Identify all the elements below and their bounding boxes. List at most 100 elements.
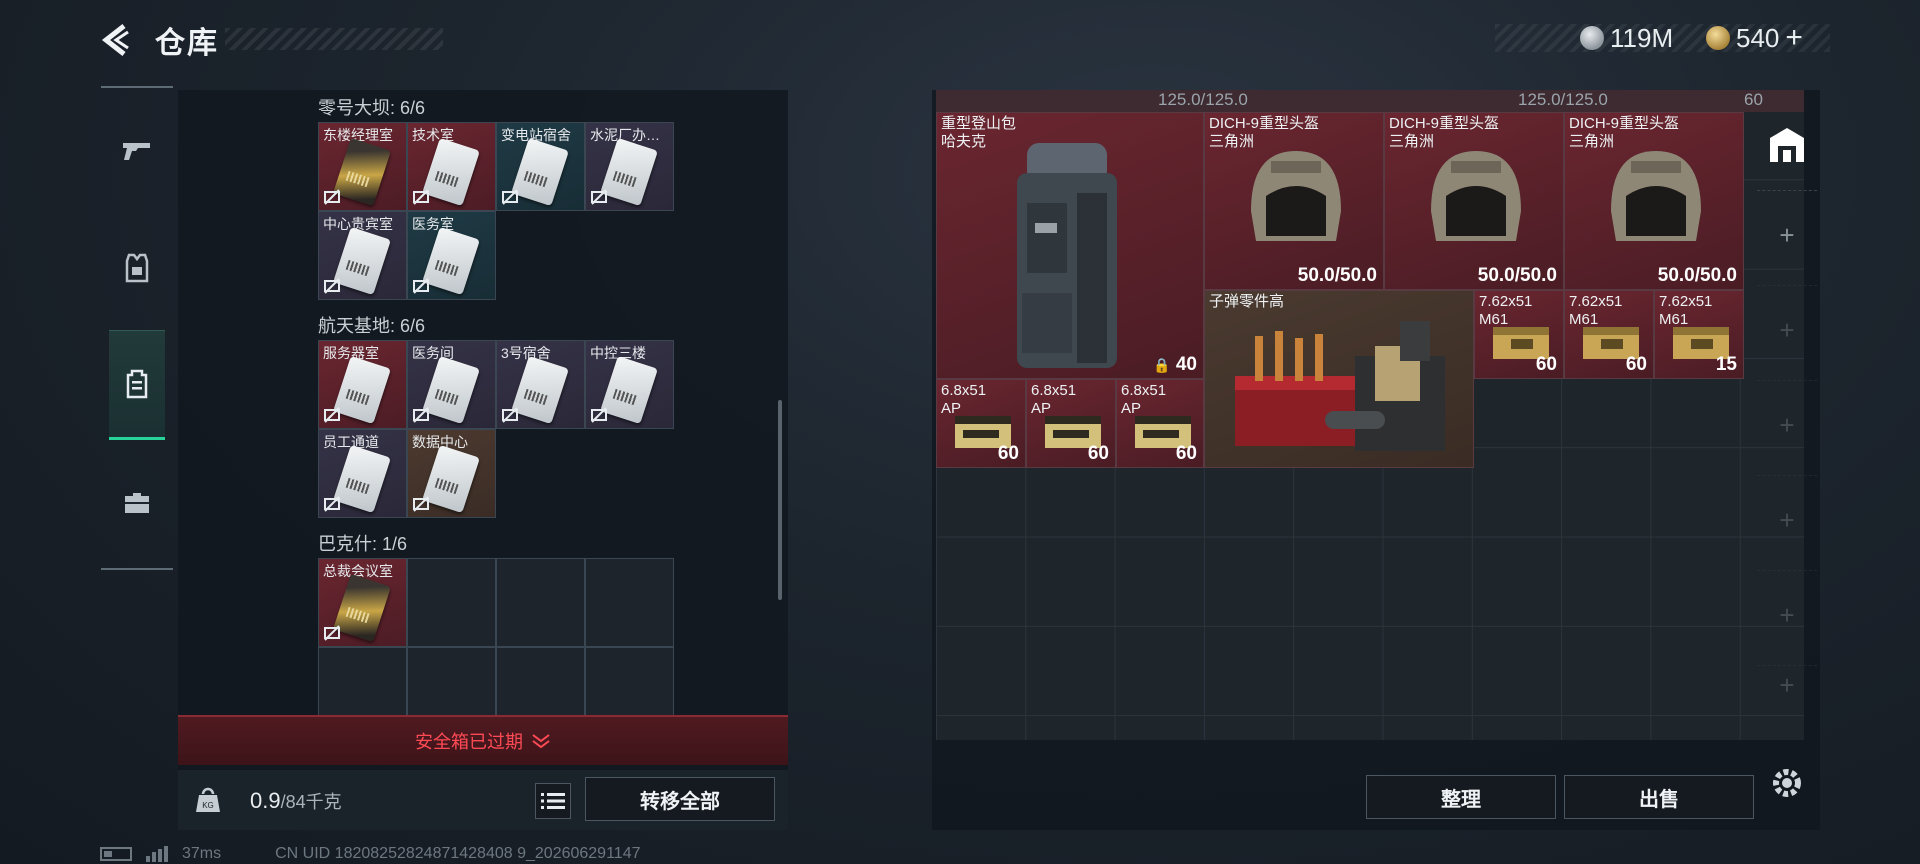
helmet-durability-2: 50.0/50.0 xyxy=(1477,265,1557,286)
ammo-762-item-2[interactable]: 7.62x51 M61 60 xyxy=(1564,290,1654,379)
silver-amount: 119M xyxy=(1610,22,1674,53)
weight-current: 0.9 xyxy=(250,788,281,813)
helmet-durability-3: 50.0/50.0 xyxy=(1657,265,1737,286)
key-card-slot[interactable]: 变电站宿舍 xyxy=(496,122,585,211)
add-stash-tab-2[interactable]: + xyxy=(1757,285,1817,375)
empty-key-slot[interactable] xyxy=(496,647,585,715)
settings-gear-icon[interactable] xyxy=(1769,765,1805,801)
ammo-762-count-1: 60 xyxy=(1535,354,1557,375)
ammo-762-item-3[interactable]: 7.62x51 M61 15 xyxy=(1654,290,1744,379)
sort-button[interactable]: 整理 xyxy=(1366,775,1556,819)
add-stash-tab-6[interactable]: + xyxy=(1757,665,1817,705)
empty-key-slot[interactable] xyxy=(496,558,585,647)
stash-top-strip: 125.0/125.0 125.0/125.0 60 xyxy=(936,90,1804,112)
key-grid: 总裁会议室 xyxy=(318,558,674,715)
armor-icon xyxy=(125,253,149,283)
nav-divider-top xyxy=(101,86,173,88)
add-stash-tab-3[interactable]: + xyxy=(1757,380,1817,470)
nav-backpack[interactable] xyxy=(109,330,165,440)
bullet-parts-item[interactable]: 子弹零件高 xyxy=(1204,290,1474,468)
no-insure-icon xyxy=(413,496,429,512)
no-insure-icon xyxy=(413,189,429,205)
key-card-slot[interactable]: 医务室 xyxy=(407,211,496,300)
keycard-icon xyxy=(600,355,658,425)
keycard-icon xyxy=(422,355,480,425)
backpack-lock-icon: 🔒 xyxy=(1153,357,1171,373)
top-header: 仓库 119M 540 + xyxy=(0,0,1920,80)
no-insure-icon xyxy=(324,278,340,294)
sell-button[interactable]: 出售 xyxy=(1564,775,1754,819)
key-section-title: 航天基地: 6/6 xyxy=(318,316,426,336)
key-card-slot[interactable]: 数据中心 xyxy=(407,429,496,518)
uid-readout: CN UID 18208252824871428408 9_2026062911… xyxy=(275,845,641,862)
svg-text:KG: KG xyxy=(202,801,214,810)
empty-key-slot[interactable] xyxy=(585,647,674,715)
safe-box-expired-bar[interactable]: 安全箱已过期 xyxy=(178,715,788,765)
plus-icon: + xyxy=(1779,410,1795,440)
keycard-icon xyxy=(422,444,480,514)
ammo-762-item-1[interactable]: 7.62x51 M61 60 xyxy=(1474,290,1564,379)
no-insure-icon xyxy=(502,189,518,205)
ammo-68-item-1[interactable]: 6.8x51 AP 60 xyxy=(936,379,1026,468)
signal-icon xyxy=(146,846,168,862)
helmet-item-2[interactable]: DICH-9重型头盔 三角洲 50.0/50.0 xyxy=(1384,112,1564,290)
empty-key-slot[interactable] xyxy=(585,558,674,647)
backpack-item[interactable]: 重型登山包 哈夫克 🔒 40 xyxy=(936,112,1204,379)
key-card-slot[interactable]: 中心贵宾室 xyxy=(318,211,407,300)
gold-amount: 540 xyxy=(1736,22,1780,53)
key-card-slot[interactable]: 服务器室 xyxy=(318,340,407,429)
add-stash-tab-1[interactable]: + xyxy=(1757,190,1817,280)
key-card-slot[interactable]: 3号宿舍 xyxy=(496,340,585,429)
gun-icon xyxy=(123,143,150,160)
add-stash-tab-5[interactable]: + xyxy=(1757,570,1817,660)
empty-key-slot[interactable] xyxy=(318,647,407,715)
empty-key-slot[interactable] xyxy=(407,558,496,647)
key-card-slot[interactable]: 东楼经理室 xyxy=(318,122,407,211)
key-list-scrollbar[interactable] xyxy=(778,400,782,600)
nav-armor[interactable] xyxy=(109,240,165,296)
back-arrow-icon[interactable] xyxy=(98,22,134,58)
helmet-image-1 xyxy=(1251,151,1341,241)
key-card-slot[interactable]: 员工通道 xyxy=(318,429,407,518)
key-list-scroll[interactable]: 零号大坝: 6/6 东楼经理室 技术室 变电站宿舍 水泥厂办… 中心贵宾室 医务室 航天基地:… xyxy=(178,90,778,715)
add-stash-tab-4[interactable]: + xyxy=(1757,475,1817,565)
ammo-762-count-3: 15 xyxy=(1715,354,1737,375)
keycard-icon xyxy=(333,573,391,643)
keycard-icon xyxy=(511,137,569,207)
helmet-item-1[interactable]: DICH-9重型头盔 三角洲 50.0/50.0 xyxy=(1204,112,1384,290)
key-card-slot[interactable]: 技术室 xyxy=(407,122,496,211)
nav-briefcase[interactable] xyxy=(109,475,165,531)
ammo-68-item-2[interactable]: 6.8x51 AP 60 xyxy=(1026,379,1116,468)
list-view-button[interactable] xyxy=(535,783,571,819)
keycard-icon xyxy=(511,355,569,425)
page-title: 仓库 xyxy=(155,27,219,60)
stash-grid[interactable]: 125.0/125.0 125.0/125.0 60 重型登山包 哈夫克 🔒 4… xyxy=(936,90,1804,740)
transfer-all-button[interactable]: 转移全部 xyxy=(585,777,775,821)
no-insure-icon xyxy=(591,407,607,423)
warehouse-icon xyxy=(1770,128,1804,162)
nav-weapons[interactable] xyxy=(109,122,165,178)
add-gold-button[interactable]: + xyxy=(1785,21,1803,55)
key-card-slot[interactable]: 中控三楼 xyxy=(585,340,674,429)
key-card-slot[interactable]: 水泥厂办… xyxy=(585,122,674,211)
keycard-icon xyxy=(422,137,480,207)
silver-currency: 119M xyxy=(1580,22,1673,54)
no-insure-icon xyxy=(324,189,340,205)
plus-icon: + xyxy=(1779,505,1795,535)
key-card-slot[interactable]: 医务间 xyxy=(407,340,496,429)
nav-divider-bottom xyxy=(101,568,173,570)
keycard-icon xyxy=(333,137,391,207)
stash-tabs: + + + + + + xyxy=(1757,90,1817,710)
bullet-parts-name: 子弹零件高 xyxy=(1209,293,1285,310)
key-grid: 东楼经理室 技术室 变电站宿舍 水泥厂办… 中心贵宾室 医务室 xyxy=(318,122,674,300)
stash-tab-main[interactable] xyxy=(1757,100,1817,190)
key-grid: 服务器室 医务间 3号宿舍 中控三楼员工通道 数据中心 xyxy=(318,340,674,518)
helmet-item-3[interactable]: DICH-9重型头盔 三角洲 50.0/50.0 xyxy=(1564,112,1744,290)
no-insure-icon xyxy=(324,496,340,512)
no-insure-icon xyxy=(591,189,607,205)
empty-key-slot[interactable] xyxy=(407,647,496,715)
key-card-slot[interactable]: 总裁会议室 xyxy=(318,558,407,647)
strip-value-1: 125.0/125.0 xyxy=(1158,90,1248,109)
ammo-68-item-3[interactable]: 6.8x51 AP 60 xyxy=(1116,379,1204,468)
ammo-762-count-2: 60 xyxy=(1625,354,1647,375)
